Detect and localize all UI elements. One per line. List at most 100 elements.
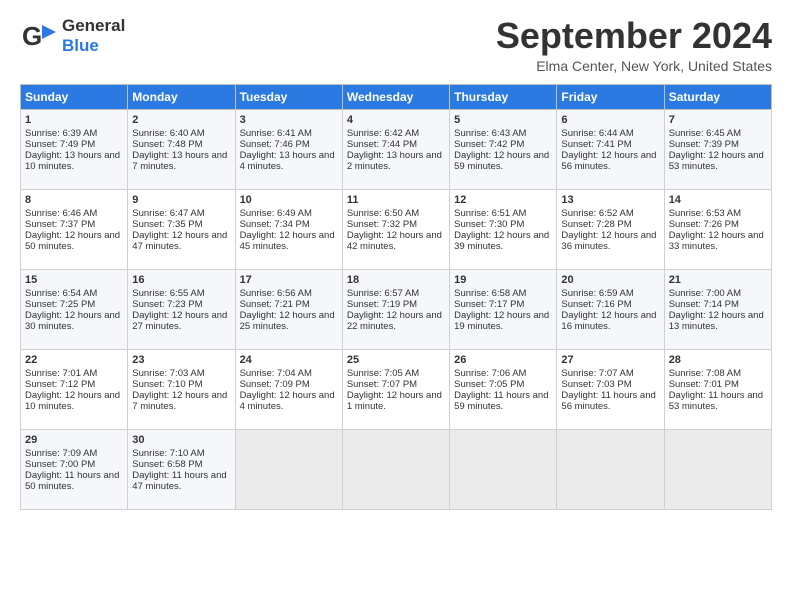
day-info: Daylight: 12 hours and 7 minutes.	[132, 390, 230, 412]
day-info: Sunset: 7:19 PM	[347, 299, 445, 310]
calendar-cell	[664, 429, 771, 509]
header: G General Blue September 2024 Elma Cente…	[20, 16, 772, 74]
day-info: Sunset: 7:12 PM	[25, 379, 123, 390]
day-number: 6	[561, 114, 659, 126]
calendar-cell: 20 Sunrise: 6:59 AMSunset: 7:16 PMDayligh…	[557, 269, 664, 349]
day-number: 2	[132, 114, 230, 126]
day-info: Sunrise: 6:54 AM	[25, 288, 123, 299]
day-number: 5	[454, 114, 552, 126]
header-tuesday: Tuesday	[235, 84, 342, 109]
day-number: 13	[561, 194, 659, 206]
day-info: Sunrise: 6:59 AM	[561, 288, 659, 299]
calendar-cell: 29 Sunrise: 7:09 AMSunset: 7:00 PMDayligh…	[21, 429, 128, 509]
day-info: Sunset: 7:21 PM	[240, 299, 338, 310]
calendar-cell: 21Sunrise: 7:00 AMSunset: 7:14 PMDayligh…	[664, 269, 771, 349]
day-info: Sunset: 6:58 PM	[132, 459, 230, 470]
calendar-cell: 15Sunrise: 6:54 AMSunset: 7:25 PMDayligh…	[21, 269, 128, 349]
day-number: 7	[669, 114, 767, 126]
day-number: 24	[240, 354, 338, 366]
day-number: 25	[347, 354, 445, 366]
header-sunday: Sunday	[21, 84, 128, 109]
day-info: Sunset: 7:16 PM	[561, 299, 659, 310]
day-info: Daylight: 12 hours and 56 minutes.	[561, 150, 659, 172]
header-saturday: Saturday	[664, 84, 771, 109]
logo-line2: Blue	[62, 36, 125, 56]
calendar-cell: 2Sunrise: 6:40 AMSunset: 7:48 PMDaylight…	[128, 109, 235, 189]
day-info: Sunrise: 6:57 AM	[347, 288, 445, 299]
day-info: Sunset: 7:28 PM	[561, 219, 659, 230]
day-info: Daylight: 12 hours and 13 minutes.	[669, 310, 767, 332]
calendar-cell: 9Sunrise: 6:47 AMSunset: 7:35 PMDaylight…	[128, 189, 235, 269]
calendar-header: SundayMondayTuesdayWednesdayThursdayFrid…	[21, 84, 772, 109]
day-info: Sunset: 7:42 PM	[454, 139, 552, 150]
calendar-week-3: 15Sunrise: 6:54 AMSunset: 7:25 PMDayligh…	[21, 269, 772, 349]
day-info: Daylight: 12 hours and 30 minutes.	[25, 310, 123, 332]
calendar-cell: 10 Sunrise: 6:49 AMSunset: 7:34 PMDayligh…	[235, 189, 342, 269]
day-info: Sunset: 7:09 PM	[240, 379, 338, 390]
calendar-cell	[450, 429, 557, 509]
calendar-cell: 24Sunrise: 7:04 AMSunset: 7:09 PMDayligh…	[235, 349, 342, 429]
day-info: Daylight: 12 hours and 45 minutes.	[240, 230, 338, 252]
day-info: Daylight: 12 hours and 42 minutes.	[347, 230, 445, 252]
day-info: Daylight: 12 hours and 33 minutes.	[669, 230, 767, 252]
calendar-cell: 3Sunrise: 6:41 AMSunset: 7:46 PMDaylight…	[235, 109, 342, 189]
header-friday: Friday	[557, 84, 664, 109]
day-info: Daylight: 12 hours and 50 minutes.	[25, 230, 123, 252]
logo-line1: General	[62, 16, 125, 36]
day-number: 23	[132, 354, 230, 366]
calendar-table: SundayMondayTuesdayWednesdayThursdayFrid…	[20, 84, 772, 510]
calendar-cell: 14Sunrise: 6:53 AMSunset: 7:26 PMDayligh…	[664, 189, 771, 269]
day-info: Sunrise: 7:00 AM	[669, 288, 767, 299]
day-info: Sunset: 7:44 PM	[347, 139, 445, 150]
day-info: Sunrise: 7:05 AM	[347, 368, 445, 379]
calendar-week-4: 22Sunrise: 7:01 AMSunset: 7:12 PMDayligh…	[21, 349, 772, 429]
calendar-cell: 11Sunrise: 6:50 AMSunset: 7:32 PMDayligh…	[342, 189, 449, 269]
calendar-cell: 1Sunrise: 6:39 AMSunset: 7:49 PMDaylight…	[21, 109, 128, 189]
header-wednesday: Wednesday	[342, 84, 449, 109]
calendar-cell: 17Sunrise: 6:56 AMSunset: 7:21 PMDayligh…	[235, 269, 342, 349]
day-number: 19	[454, 274, 552, 286]
day-info: Sunset: 7:00 PM	[25, 459, 123, 470]
day-info: Sunrise: 7:03 AM	[132, 368, 230, 379]
day-info: Sunset: 7:49 PM	[25, 139, 123, 150]
day-info: Daylight: 12 hours and 53 minutes.	[669, 150, 767, 172]
day-info: Sunrise: 6:49 AM	[240, 208, 338, 219]
day-info: Sunset: 7:41 PM	[561, 139, 659, 150]
calendar-cell: 5Sunrise: 6:43 AMSunset: 7:42 PMDaylight…	[450, 109, 557, 189]
day-number: 10	[240, 194, 338, 206]
day-info: Sunset: 7:48 PM	[132, 139, 230, 150]
day-info: Sunrise: 6:56 AM	[240, 288, 338, 299]
day-info: Sunrise: 7:06 AM	[454, 368, 552, 379]
calendar-cell: 4Sunrise: 6:42 AMSunset: 7:44 PMDaylight…	[342, 109, 449, 189]
svg-text:G: G	[22, 21, 42, 51]
day-info: Sunset: 7:46 PM	[240, 139, 338, 150]
calendar-cell: 7Sunrise: 6:45 AMSunset: 7:39 PMDaylight…	[664, 109, 771, 189]
day-info: Daylight: 11 hours and 53 minutes.	[669, 390, 767, 412]
logo-icon: G	[20, 17, 58, 55]
day-info: Sunset: 7:35 PM	[132, 219, 230, 230]
day-info: Sunrise: 7:09 AM	[25, 448, 123, 459]
day-number: 16	[132, 274, 230, 286]
day-number: 20	[561, 274, 659, 286]
day-number: 12	[454, 194, 552, 206]
logo: G General Blue	[20, 16, 125, 55]
day-info: Sunset: 7:07 PM	[347, 379, 445, 390]
calendar-body: 1Sunrise: 6:39 AMSunset: 7:49 PMDaylight…	[21, 109, 772, 509]
day-info: Sunset: 7:10 PM	[132, 379, 230, 390]
day-info: Sunset: 7:34 PM	[240, 219, 338, 230]
day-info: Sunset: 7:30 PM	[454, 219, 552, 230]
day-number: 29	[25, 434, 123, 446]
calendar-week-2: 8Sunrise: 6:46 AMSunset: 7:37 PMDaylight…	[21, 189, 772, 269]
day-info: Sunrise: 7:07 AM	[561, 368, 659, 379]
calendar-cell: 26Sunrise: 7:06 AMSunset: 7:05 PMDayligh…	[450, 349, 557, 429]
day-info: Sunset: 7:26 PM	[669, 219, 767, 230]
calendar-week-1: 1Sunrise: 6:39 AMSunset: 7:49 PMDaylight…	[21, 109, 772, 189]
day-info: Sunrise: 6:42 AM	[347, 128, 445, 139]
day-info: Sunset: 7:14 PM	[669, 299, 767, 310]
day-number: 9	[132, 194, 230, 206]
calendar-cell: 27Sunrise: 7:07 AMSunset: 7:03 PMDayligh…	[557, 349, 664, 429]
day-info: Sunrise: 6:46 AM	[25, 208, 123, 219]
day-info: Daylight: 12 hours and 16 minutes.	[561, 310, 659, 332]
day-info: Daylight: 13 hours and 4 minutes.	[240, 150, 338, 172]
day-info: Daylight: 11 hours and 50 minutes.	[25, 470, 123, 492]
